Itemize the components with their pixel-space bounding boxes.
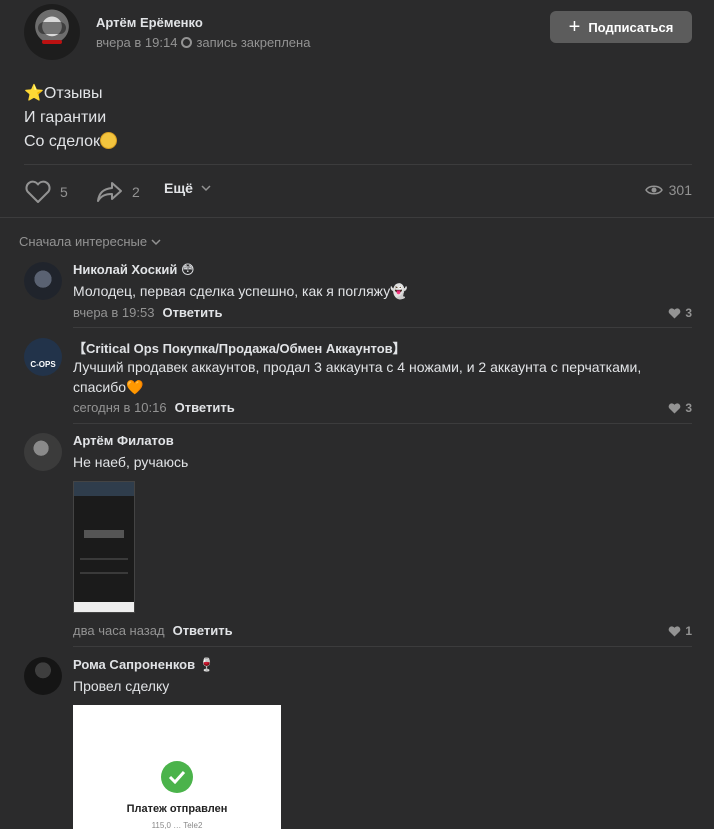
comment-footer: вчера в 19:53 Ответить <box>73 305 223 320</box>
author-name[interactable]: Артём Ерёменко <box>96 15 203 30</box>
pinned-label: запись закреплена <box>196 35 311 50</box>
like-button[interactable]: 5 <box>24 180 68 204</box>
share-button[interactable]: 2 <box>96 180 140 204</box>
views-counter: 301 <box>644 182 692 198</box>
comment-divider <box>73 327 692 328</box>
divider <box>24 164 692 165</box>
attached-screenshot[interactable] <box>73 481 135 613</box>
section-divider <box>0 217 714 218</box>
comment: C-OPS 【Critical Ops Покупка/Продажа/Обме… <box>24 338 692 424</box>
screenshot-header <box>74 482 134 496</box>
heart-icon <box>25 180 51 203</box>
chevron-down-icon <box>151 238 161 245</box>
reply-button[interactable]: Ответить <box>173 623 233 638</box>
reply-button[interactable]: Ответить <box>162 305 222 320</box>
subscribe-button[interactable]: + Подписаться <box>550 11 692 43</box>
commenter-avatar[interactable]: C-OPS <box>24 338 62 376</box>
comment-divider <box>73 423 692 424</box>
comment-text: Лучший продавек аккаунтов, продал 3 акка… <box>73 359 642 395</box>
post-line-3: Со сделок <box>24 130 118 154</box>
heart-icon <box>668 307 681 318</box>
post-text: ⭐Отзывы И гарантии Со сделок <box>24 82 118 154</box>
commenter-name[interactable]: Николай Хоский 😳 <box>73 262 195 278</box>
like-count: 5 <box>60 184 68 200</box>
share-icon <box>97 182 122 202</box>
gear-icon <box>181 37 193 48</box>
checkmark-icon <box>161 761 193 793</box>
post-actions: 5 2 Ещё 301 <box>24 176 692 206</box>
commenter-name[interactable]: Артём Филатов <box>73 433 174 448</box>
comment: Артём Филатов Не наеб, ручаюсь два часа … <box>24 433 692 647</box>
comment-text: Не наеб, ручаюсь <box>73 454 189 470</box>
more-button[interactable]: Ещё <box>164 180 211 196</box>
comment-footer: два часа назад Ответить <box>73 623 233 638</box>
comment-text: Провел сделку <box>73 678 170 694</box>
comment-time[interactable]: вчера в 19:53 <box>73 305 154 320</box>
screenshot-line <box>80 572 128 574</box>
comment-footer: сегодня в 10:16 Ответить <box>73 400 235 415</box>
flushed-face-emoji-icon <box>100 132 118 149</box>
post-line-2: И гарантии <box>24 109 107 126</box>
post-meta: вчера в 19:14 запись закреплена <box>96 35 310 50</box>
screenshot-footer <box>74 602 134 612</box>
comment-like-count: 1 <box>685 624 692 638</box>
commenter-avatar[interactable] <box>24 433 62 471</box>
comment-time[interactable]: два часа назад <box>73 623 165 638</box>
screenshot-line <box>80 558 128 560</box>
heart-icon <box>668 402 681 413</box>
author-avatar[interactable] <box>24 4 80 60</box>
eye-icon <box>644 185 663 195</box>
reply-button[interactable]: Ответить <box>175 400 235 415</box>
post-time[interactable]: вчера в 19:14 <box>96 35 177 50</box>
sort-label: Сначала интересные <box>19 234 148 249</box>
commenter-avatar[interactable] <box>24 262 62 300</box>
commenter-avatar[interactable] <box>24 657 62 695</box>
post-line-1: ⭐Отзывы <box>24 85 103 102</box>
commenter-name[interactable]: 【Critical Ops Покупка/Продажа/Обмен Акка… <box>73 338 406 357</box>
comment: Рома Сапроненков 🍷 Провел сделку Платеж … <box>24 657 692 829</box>
post-header: Артём Ерёменко вчера в 19:14 запись закр… <box>24 4 692 64</box>
share-count: 2 <box>132 184 140 200</box>
screenshot-weapon <box>84 530 124 538</box>
comment: Николай Хоский 😳 Молодец, первая сделка … <box>24 262 692 328</box>
comment-like-button[interactable]: 3 <box>668 401 692 415</box>
commenter-name[interactable]: Рома Сапроненков 🍷 <box>73 657 215 673</box>
comment-like-button[interactable]: 3 <box>668 306 692 320</box>
comment-like-button[interactable]: 1 <box>668 624 692 638</box>
comment-time[interactable]: сегодня в 10:16 <box>73 400 167 415</box>
comment-text: Молодец, первая сделка успешно, как я по… <box>73 283 408 299</box>
sort-dropdown[interactable]: Сначала интересные <box>19 234 161 249</box>
payment-title: Платеж отправлен <box>126 803 228 815</box>
subscribe-label: Подписаться <box>588 19 674 35</box>
views-count: 301 <box>668 182 692 198</box>
heart-icon <box>668 625 681 636</box>
plus-icon: + <box>568 16 581 38</box>
avatar-logo-text: C-OPS <box>30 360 56 369</box>
attached-payment-screenshot[interactable]: Платеж отправлен 115,0 … Tele2 <box>73 705 281 829</box>
comment-like-count: 3 <box>685 306 692 320</box>
comment-divider <box>73 646 692 647</box>
comment-like-count: 3 <box>685 401 692 415</box>
chevron-down-icon <box>201 185 211 192</box>
more-label: Ещё <box>164 180 193 196</box>
